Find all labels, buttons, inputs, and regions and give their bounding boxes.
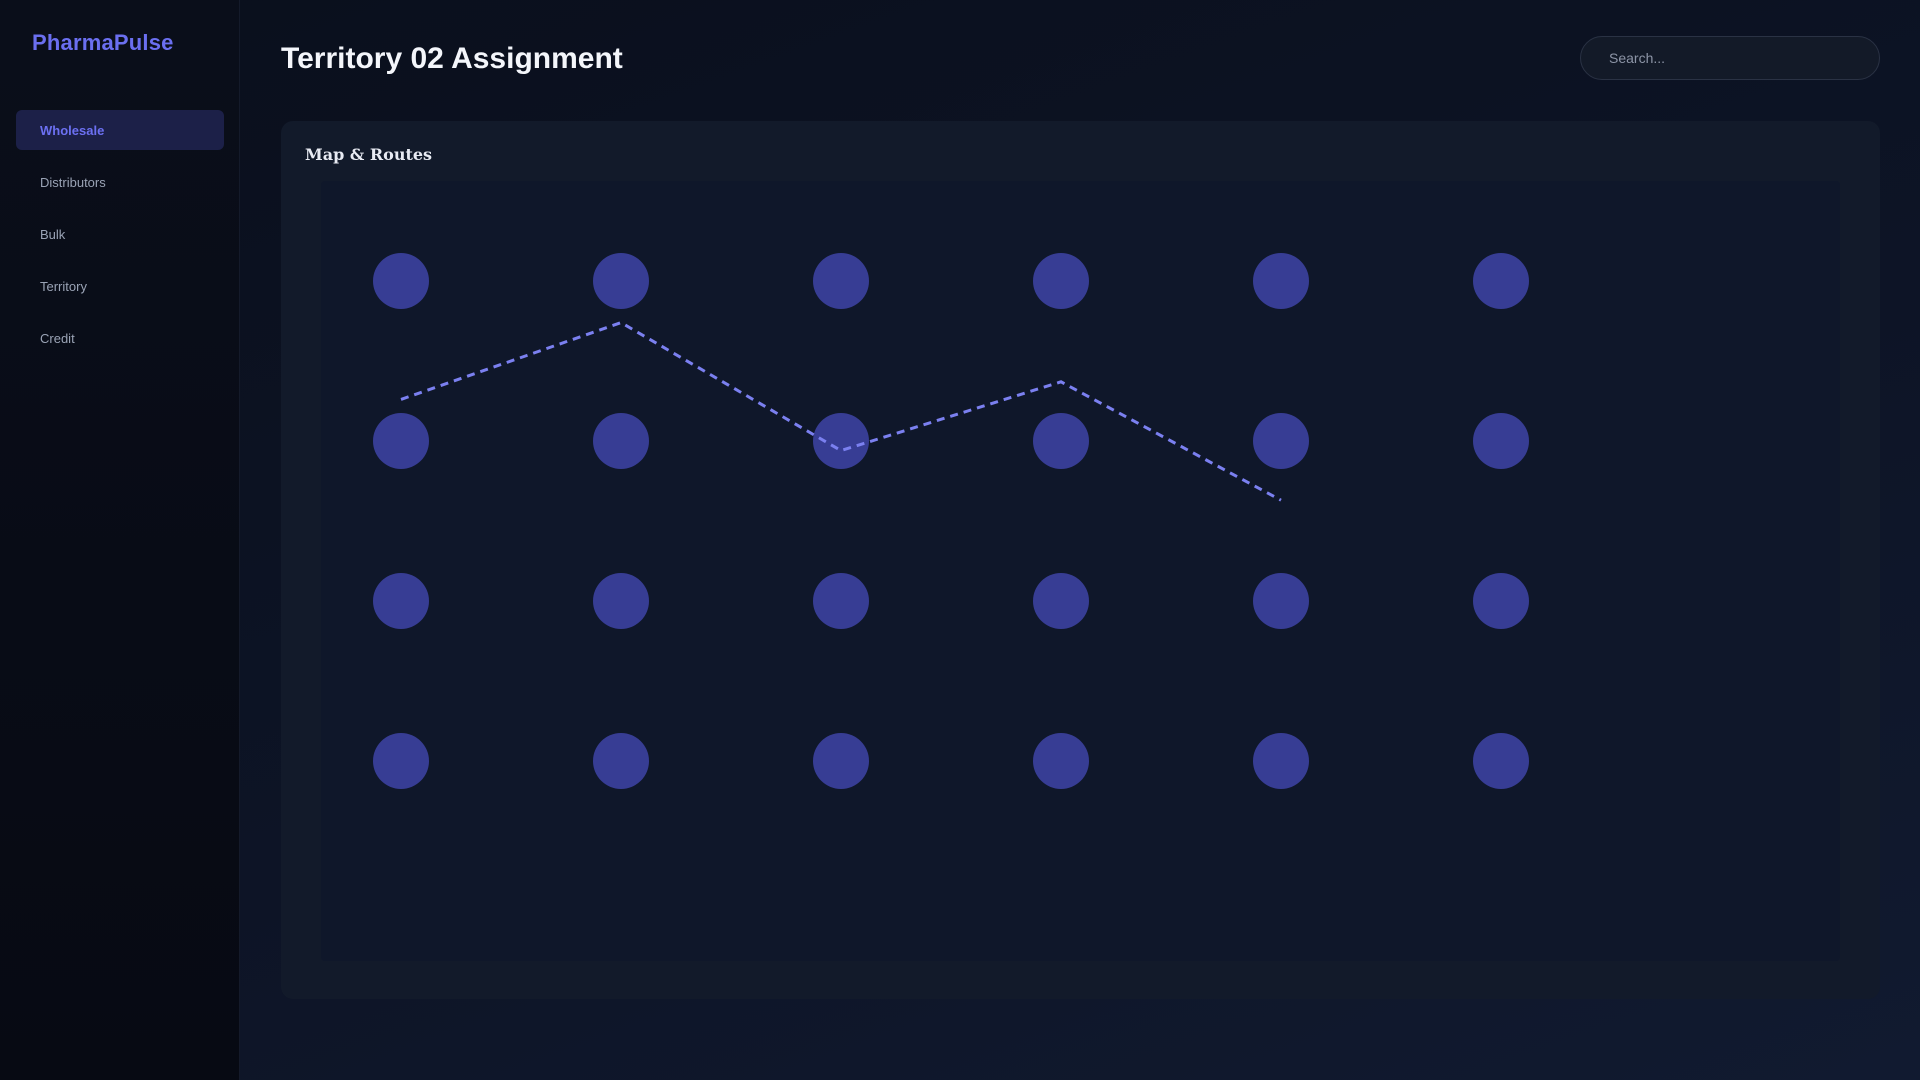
map-routes-panel: Map & Routes <box>281 121 1880 999</box>
brand-logo[interactable]: PharmaPulse <box>32 30 174 56</box>
map-location-marker[interactable] <box>593 253 649 309</box>
map-location-marker[interactable] <box>813 573 869 629</box>
sidebar-item-bulk[interactable]: Bulk <box>16 214 224 254</box>
map-location-marker[interactable] <box>593 573 649 629</box>
map-location-marker[interactable] <box>373 253 429 309</box>
map-location-marker[interactable] <box>373 413 429 469</box>
map-location-marker[interactable] <box>1033 733 1089 789</box>
map-location-marker[interactable] <box>1033 253 1089 309</box>
map-location-marker[interactable] <box>1253 413 1309 469</box>
sidebar: PharmaPulse Wholesale Distributors Bulk … <box>0 0 240 1080</box>
sidebar-item-wholesale[interactable]: Wholesale <box>16 110 224 150</box>
map-location-marker[interactable] <box>1253 733 1309 789</box>
map-location-marker[interactable] <box>1473 253 1529 309</box>
sidebar-item-credit[interactable]: Credit <box>16 318 224 358</box>
sidebar-item-label: Distributors <box>40 174 106 190</box>
map-location-marker[interactable] <box>813 413 869 469</box>
sidebar-item-label: Territory <box>40 278 87 294</box>
map-location-marker[interactable] <box>1033 573 1089 629</box>
map-location-marker[interactable] <box>1473 573 1529 629</box>
map-canvas[interactable] <box>321 181 1840 961</box>
sidebar-item-label: Bulk <box>40 226 66 242</box>
search-box[interactable] <box>1580 36 1880 80</box>
map-location-marker[interactable] <box>1033 413 1089 469</box>
map-area[interactable] <box>321 181 1840 961</box>
sidebar-item-label: Credit <box>40 330 75 346</box>
map-location-marker[interactable] <box>813 253 869 309</box>
sidebar-nav: Wholesale Distributors Bulk Territory Cr… <box>16 110 224 370</box>
map-location-marker[interactable] <box>593 733 649 789</box>
panel-title: Map & Routes <box>305 145 433 164</box>
map-location-marker[interactable] <box>593 413 649 469</box>
map-location-marker[interactable] <box>1473 413 1529 469</box>
sidebar-item-territory[interactable]: Territory <box>16 266 224 306</box>
map-location-marker[interactable] <box>373 573 429 629</box>
sidebar-item-distributors[interactable]: Distributors <box>16 162 224 202</box>
map-location-marker[interactable] <box>813 733 869 789</box>
page-title: Territory 02 Assignment <box>281 42 623 75</box>
map-location-marker[interactable] <box>1253 573 1309 629</box>
map-location-marker[interactable] <box>1473 733 1529 789</box>
map-location-marker[interactable] <box>1253 253 1309 309</box>
sidebar-item-label: Wholesale <box>40 122 105 138</box>
search-input[interactable] <box>1609 50 1859 66</box>
map-location-marker[interactable] <box>373 733 429 789</box>
route-line[interactable] <box>400 320 1282 502</box>
